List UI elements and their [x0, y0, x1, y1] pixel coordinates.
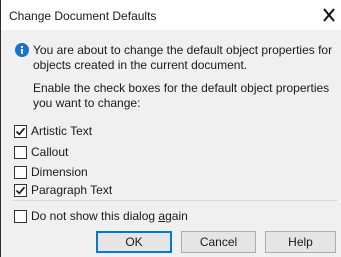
- checkbox-label: Artistic Text: [31, 124, 93, 138]
- close-button[interactable]: [319, 5, 339, 25]
- checkbox-box[interactable]: [14, 165, 27, 179]
- window-title: Change Document Defaults: [9, 9, 157, 23]
- checkbox-dimension[interactable]: Dimension: [14, 164, 88, 180]
- checkbox-box[interactable]: [14, 183, 27, 197]
- separator: [12, 200, 337, 201]
- instructions-text: Enable the check boxes for the default o…: [33, 81, 330, 110]
- checkbox-artistic-text[interactable]: Artistic Text: [14, 123, 92, 139]
- checkbox-dont-show-again[interactable]: Do not show this dialog again: [14, 208, 188, 224]
- checkbox-label: Dimension: [31, 165, 88, 179]
- cancel-button[interactable]: Cancel: [181, 231, 256, 253]
- info-text: You are about to change the default obje…: [33, 43, 333, 72]
- checkmark-icon: [15, 127, 26, 136]
- ok-button[interactable]: OK: [96, 231, 172, 253]
- checkmark-icon: [15, 186, 26, 195]
- checkbox-box[interactable]: [14, 124, 27, 138]
- close-icon: [323, 8, 335, 22]
- checkbox-callout[interactable]: Callout: [14, 144, 68, 160]
- change-document-defaults-dialog: Change Document Defaults You are about t…: [0, 0, 341, 257]
- checkbox-box[interactable]: [14, 209, 27, 223]
- dialog-body: You are about to change the default obje…: [1, 30, 341, 257]
- checkbox-label: Callout: [31, 145, 69, 159]
- info-icon: [15, 43, 29, 57]
- checkbox-paragraph-text[interactable]: Paragraph Text: [14, 182, 112, 198]
- checkbox-label: Paragraph Text: [31, 183, 113, 197]
- checkbox-label: Do not show this dialog again: [31, 209, 188, 223]
- title-bar[interactable]: Change Document Defaults: [1, 0, 341, 30]
- checkbox-box[interactable]: [14, 145, 27, 159]
- help-button[interactable]: Help: [265, 231, 336, 253]
